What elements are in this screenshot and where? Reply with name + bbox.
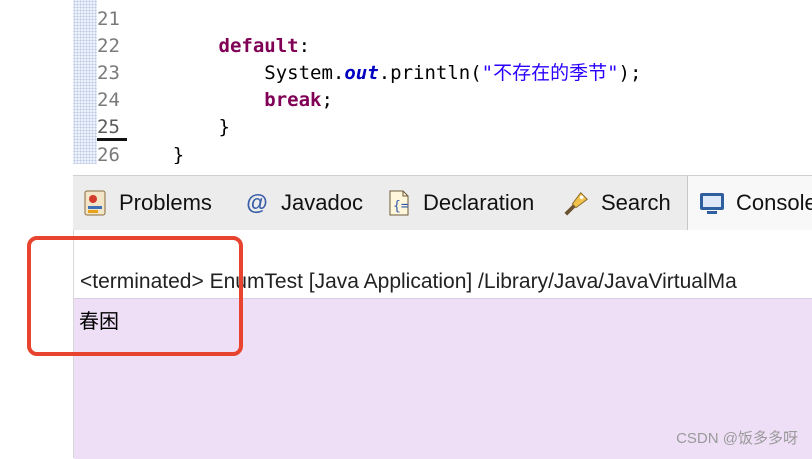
code-text: ; — [321, 89, 333, 111]
code-field: out — [344, 62, 379, 84]
code-line[interactable]: 21 — [97, 6, 812, 32]
annotation-highlight-box — [27, 236, 243, 356]
code-line[interactable]: 22 default: — [97, 33, 812, 59]
code-keyword: default — [218, 35, 299, 57]
javadoc-icon: @ — [246, 190, 268, 215]
tab-declaration[interactable]: {= Declaration — [385, 176, 534, 230]
code-line[interactable]: 23 System.out.println("不存在的季节"); — [97, 60, 812, 86]
line-number: 24 — [97, 89, 120, 111]
declaration-icon: {= — [385, 189, 413, 217]
console-icon — [698, 189, 726, 217]
tab-declaration-label: Declaration — [423, 190, 535, 215]
line-number: 25 — [97, 117, 127, 141]
tab-problems-label: Problems — [119, 190, 212, 215]
tab-javadoc[interactable]: @ Javadoc — [243, 176, 363, 230]
code-text: .println( — [378, 62, 482, 84]
search-icon — [563, 189, 591, 217]
editor-ruler[interactable] — [73, 0, 97, 164]
code-line[interactable]: 24 break; — [97, 87, 812, 113]
line-number: 22 — [97, 35, 120, 57]
line-number: 23 — [97, 62, 120, 84]
tab-search[interactable]: Search — [563, 176, 671, 230]
tab-problems[interactable]: Problems — [81, 176, 212, 230]
line-number: 21 — [97, 8, 120, 30]
watermark: CSDN @饭多多呀 — [676, 430, 798, 447]
code-text: } — [218, 116, 230, 138]
code-text: : — [298, 35, 311, 57]
tab-javadoc-label: Javadoc — [281, 190, 363, 215]
code-text: } — [172, 144, 185, 164]
view-tab-bar: Problems @ Javadoc {= Declaration Search… — [73, 175, 812, 231]
code-text: ); — [618, 62, 642, 84]
code-keyword: break — [264, 89, 322, 111]
line-number: 26 — [97, 144, 120, 164]
code-line[interactable]: 25 } — [97, 114, 812, 141]
code-line[interactable]: 26 } — [97, 142, 812, 164]
editor-left-margin — [0, 0, 73, 164]
svg-text:{=: {= — [393, 199, 409, 214]
tab-console-label: Console — [736, 190, 812, 215]
code-string: "不存在的季节" — [481, 62, 619, 84]
code-editor[interactable]: 21 22 default: 23 System.out.println("不存在的… — [0, 0, 812, 164]
tab-search-label: Search — [601, 190, 671, 215]
tab-console[interactable]: Console — [687, 176, 812, 230]
code-text: System. — [264, 62, 345, 84]
problems-icon — [81, 189, 109, 217]
